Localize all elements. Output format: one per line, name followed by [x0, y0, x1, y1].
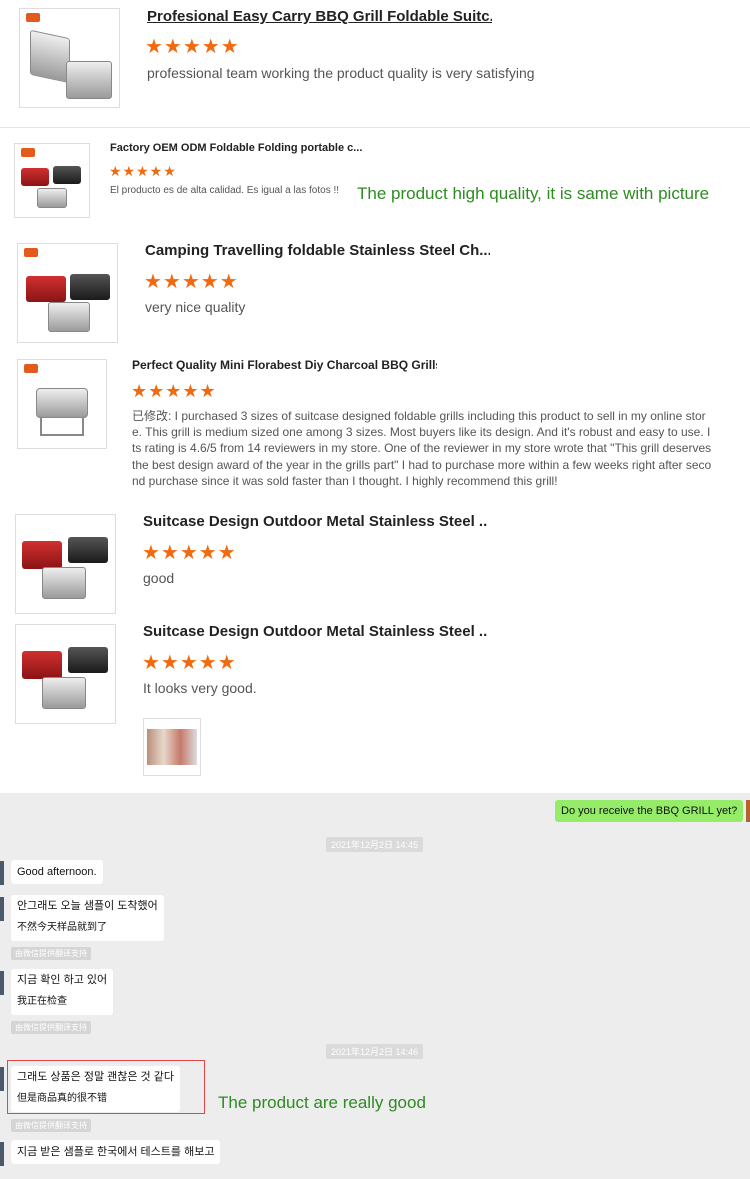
message-original-text: 안그래도 오늘 샘플이 도착했어 — [17, 900, 158, 912]
brand-logo — [24, 364, 38, 373]
translation-label: 由微信提供翻译支持 — [11, 1119, 91, 1132]
translation-label: 由微信提供翻译支持 — [11, 1021, 91, 1034]
review-product-title[interactable]: Factory OEM ODM Foldable Folding portabl… — [110, 142, 365, 154]
contact-avatar — [0, 897, 4, 921]
contact-avatar — [0, 1067, 4, 1091]
sent-message-bubble: Do you receive the BBQ GRILL yet? — [555, 800, 744, 822]
received-message-bubble: 지금 받은 샘플로 한국에서 테스트를 해보고 — [11, 1140, 221, 1164]
review-text: professional team working the product qu… — [147, 65, 535, 81]
rating-stars: ★★★★★ — [142, 652, 237, 674]
rating-stars: ★★★★★ — [142, 542, 237, 564]
brand-logo — [24, 248, 38, 257]
product-thumbnail[interactable] — [15, 514, 116, 614]
message-translated-text: 我正在检查 — [17, 996, 67, 1007]
contact-avatar — [0, 971, 4, 995]
brand-logo — [26, 13, 40, 22]
chat-timestamp: 2021年12月2日 14:46 — [326, 1044, 424, 1059]
rating-stars: ★★★★★ — [109, 163, 177, 179]
review-photo-thumbnail[interactable] — [143, 718, 201, 776]
grill-legs — [40, 418, 84, 436]
review-product-title[interactable]: Perfect Quality Mini Florabest Diy Charc… — [132, 358, 437, 372]
divider — [0, 127, 750, 128]
grill-image — [26, 276, 66, 302]
translation-label: 由微信提供翻译支持 — [11, 947, 91, 960]
grill-image — [21, 168, 49, 186]
received-message-bubble: 지금 확인 하고 있어 我正在检查 — [11, 969, 114, 1015]
product-thumbnail[interactable] — [14, 143, 90, 218]
rating-stars: ★★★★★ — [145, 36, 240, 58]
grill-image — [42, 567, 86, 599]
grill-image — [68, 537, 108, 563]
review-product-title[interactable]: Profesional Easy Carry BBQ Grill Foldabl… — [147, 8, 492, 25]
review-product-title[interactable]: Suitcase Design Outdoor Metal Stainless … — [143, 623, 488, 640]
grill-image — [22, 541, 62, 569]
grill-image — [42, 677, 86, 709]
rating-stars: ★★★★★ — [144, 271, 239, 293]
annotation-note: The product are really good — [218, 1093, 426, 1112]
product-thumbnail[interactable] — [15, 624, 116, 724]
contact-avatar — [0, 1142, 4, 1166]
chat-screenshot: Do you receive the BBQ GRILL yet? 2021年1… — [0, 793, 750, 1179]
grill-image — [53, 166, 81, 184]
grill-image — [36, 388, 88, 418]
sender-avatar — [746, 800, 750, 822]
product-thumbnail[interactable] — [19, 8, 120, 108]
review-text: It looks very good. — [143, 680, 257, 696]
grill-image — [66, 61, 112, 99]
rating-stars: ★★★★★ — [131, 381, 217, 401]
review-text: very nice quality — [145, 299, 246, 315]
product-thumbnail[interactable] — [17, 359, 107, 449]
grill-image — [48, 302, 90, 332]
message-translated-text: 不然今天样品就到了 — [17, 922, 107, 933]
highlight-box — [7, 1060, 205, 1114]
grill-image — [22, 651, 62, 679]
product-thumbnail[interactable] — [17, 243, 118, 343]
grill-image — [37, 188, 67, 208]
contact-avatar — [0, 861, 4, 885]
review-text: 已修改: I purchased 3 sizes of suitcase des… — [132, 409, 712, 488]
annotation-note: The product high quality, it is same wit… — [357, 184, 710, 203]
received-message-bubble: 안그래도 오늘 샘플이 도착했어 不然今天样品就到了 — [11, 895, 164, 941]
brand-logo — [21, 148, 35, 157]
review-product-title[interactable]: Suitcase Design Outdoor Metal Stainless … — [143, 513, 488, 530]
message-original-text: 지금 확인 하고 있어 — [17, 974, 108, 986]
review-text: El producto es de alta calidad. Es igual… — [110, 185, 340, 196]
review-photo — [147, 729, 197, 765]
review-product-title[interactable]: Camping Travelling foldable Stainless St… — [145, 242, 490, 259]
chat-timestamp: 2021年12月2日 14:45 — [326, 837, 424, 852]
review-text: good — [143, 570, 175, 586]
grill-image — [70, 274, 110, 300]
grill-image — [68, 647, 108, 673]
received-message-bubble: Good afternoon. — [11, 860, 103, 884]
grill-image — [30, 29, 70, 84]
